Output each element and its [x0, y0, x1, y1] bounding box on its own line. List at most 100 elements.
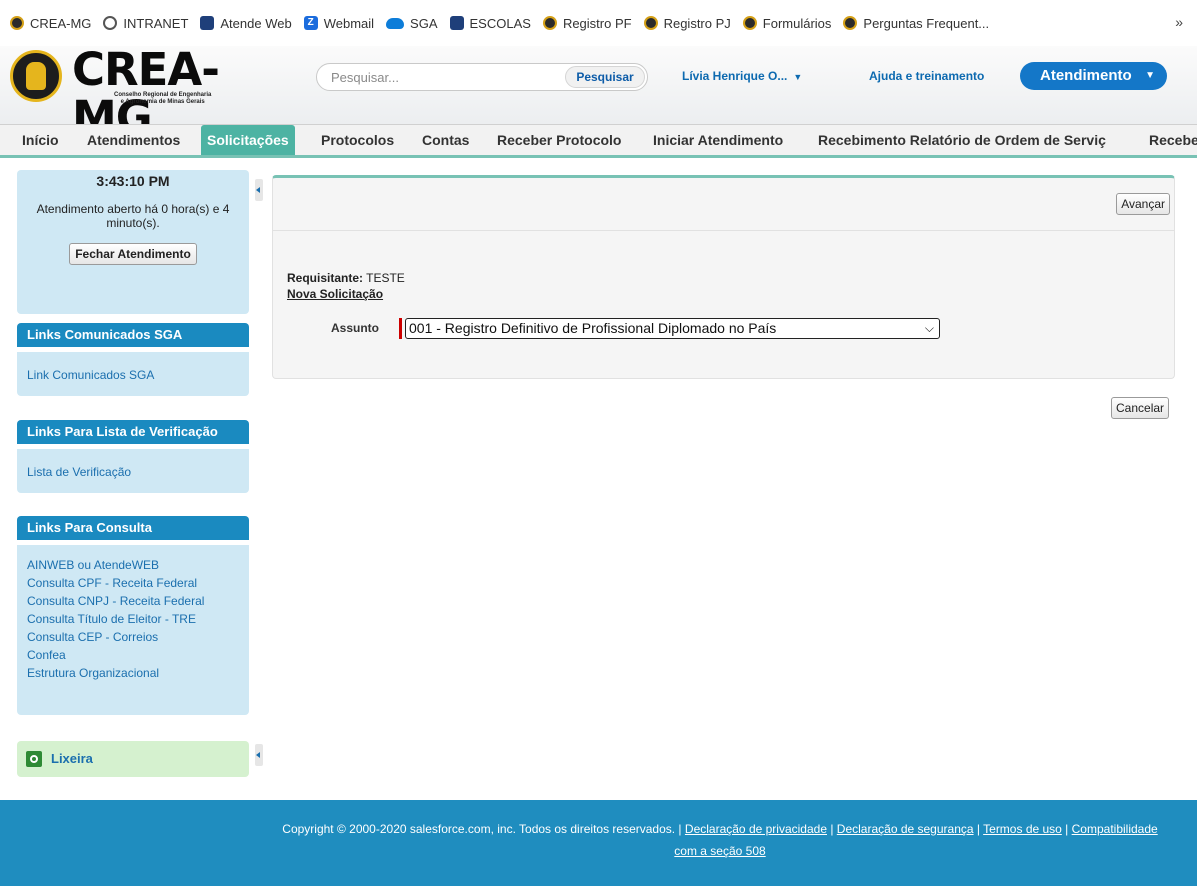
- bookmark-label: Perguntas Frequent...: [863, 15, 990, 31]
- cancel-button[interactable]: Cancelar: [1111, 397, 1170, 419]
- bookmark-label: INTRANET: [123, 15, 189, 31]
- bookmark-crea-mg[interactable]: CREA-MG: [10, 16, 91, 31]
- bookmark-intranet[interactable]: INTRANET: [103, 16, 188, 31]
- tab-bar: Início Atendimentos Solicitações Protoco…: [0, 124, 1197, 158]
- tab-solicitacoes[interactable]: Solicitações: [201, 125, 295, 155]
- requester-line: Requisitante: TESTE: [287, 271, 405, 285]
- recycle-bin[interactable]: Lixeira: [17, 741, 249, 777]
- tab-atendimentos[interactable]: Atendimentos: [87, 125, 180, 155]
- globe-icon: [103, 16, 118, 30]
- subject-select[interactable]: 001 - Registro Definitivo de Profissiona…: [405, 318, 940, 339]
- bookmark-label: SGA: [410, 15, 438, 31]
- bookmark-label: Atende Web: [220, 15, 292, 31]
- required-indicator: [399, 318, 402, 339]
- link-estrutura-organizacional[interactable]: Estrutura Organizacional: [27, 664, 239, 682]
- bookmark-label: Registro PF: [562, 15, 632, 31]
- bookmark-formularios[interactable]: Formulários: [742, 15, 832, 31]
- help-link[interactable]: Ajuda e treinamento: [869, 69, 984, 83]
- requester-value: TESTE: [366, 271, 405, 285]
- tab-recebe[interactable]: Recebe: [1149, 125, 1197, 155]
- new-request-panel: Avançar: [272, 175, 1175, 379]
- tab-recebimento-relatorio[interactable]: Recebimento Relatório de Ordem de Serviç: [818, 125, 1106, 155]
- search-box: Pesquisar: [316, 63, 648, 91]
- subject-label: Assunto: [331, 321, 379, 335]
- link-consulta-cnpj[interactable]: Consulta CNPJ - Receita Federal: [27, 592, 239, 610]
- search-button[interactable]: Pesquisar: [565, 66, 645, 88]
- recycle-bin-label: Lixeira: [51, 751, 93, 766]
- caret-down-icon: ▼: [793, 72, 803, 82]
- bookmarks-bar: CREA-MG INTRANET Atende Web Z Webmail SGA…: [0, 0, 1197, 46]
- tab-contas[interactable]: Contas: [422, 125, 469, 155]
- link-confea[interactable]: Confea: [27, 646, 239, 664]
- link-comunicados-sga[interactable]: Link Comunicados SGA: [27, 366, 239, 384]
- crea-icon: [643, 16, 658, 30]
- panel-button-bar: Avançar: [273, 178, 1174, 231]
- bookmark-escolas[interactable]: ESCOLAS: [449, 15, 531, 31]
- bookmark-label: Formulários: [762, 15, 832, 31]
- bookmarks-overflow-button[interactable]: »: [1175, 14, 1183, 30]
- collapse-sidebar-handle[interactable]: [255, 744, 263, 766]
- bookmark-webmail[interactable]: Z Webmail: [303, 15, 375, 31]
- privacy-link[interactable]: Declaração de privacidade: [685, 822, 827, 836]
- app-icon: [449, 16, 464, 30]
- z-icon: Z: [303, 16, 318, 30]
- close-session-button[interactable]: Fechar Atendimento: [69, 243, 197, 265]
- bookmark-registro-pf[interactable]: Registro PF: [542, 15, 632, 31]
- requester-label: Requisitante:: [287, 271, 364, 285]
- user-name: Lívia Henrique O...: [682, 69, 788, 83]
- link-consulta-titulo-eleitor[interactable]: Consulta Título de Eleitor - TRE: [27, 610, 239, 628]
- bookmark-perguntas[interactable]: Perguntas Frequent...: [843, 16, 989, 31]
- logo-subtitle-line-2: e Agronomia de Minas Gerais: [120, 99, 205, 105]
- chevron-down-icon: ⌵: [924, 321, 934, 335]
- search-input[interactable]: [331, 69, 561, 85]
- bookmark-sga[interactable]: SGA: [386, 15, 438, 31]
- link-lista-verificacao[interactable]: Lista de Verificação: [27, 463, 239, 481]
- session-clock: 3:43:10 PM: [96, 173, 170, 189]
- cloud-icon: [386, 17, 405, 29]
- session-card: 3:43:10 PM Atendimento aberto há 0 hora(…: [17, 170, 249, 314]
- tab-inicio[interactable]: Início: [22, 125, 59, 155]
- caret-down-icon: ▼: [1145, 70, 1155, 81]
- security-link[interactable]: Declaração de segurança: [837, 822, 974, 836]
- user-menu[interactable]: Lívia Henrique O... ▼: [682, 69, 802, 83]
- crea-icon: [742, 16, 757, 30]
- new-request-heading: Nova Solicitação: [287, 287, 384, 301]
- link-consulta-cep[interactable]: Consulta CEP - Correios: [27, 628, 239, 646]
- bookmark-label: CREA-MG: [30, 15, 92, 31]
- bookmark-registro-pj[interactable]: Registro PJ: [643, 15, 731, 31]
- app-icon: [200, 16, 215, 30]
- bookmark-atende-web[interactable]: Atende Web: [200, 15, 292, 31]
- advance-button[interactable]: Avançar: [1116, 193, 1170, 215]
- bookmark-label: Webmail: [323, 15, 375, 31]
- crea-icon: [843, 16, 858, 30]
- bookmarks-row: CREA-MG INTRANET Atende Web Z Webmail SGA…: [0, 12, 989, 34]
- section-header-verificacao: Links Para Lista de Verificação: [17, 420, 249, 444]
- crea-mg-logo[interactable]: CREA-MG Conselho Regional de Engenharia …: [10, 46, 280, 142]
- session-open-text: Atendimento aberto há 0 hora(s) e 4 minu…: [36, 202, 230, 230]
- footer-text: Copyright © 2000-2020 salesforce.com, in…: [282, 822, 1158, 858]
- logo-subtitle: Conselho Regional de Engenharia e Agrono…: [114, 92, 211, 106]
- crea-icon: [542, 16, 557, 30]
- tab-receber-protocolo[interactable]: Receber Protocolo: [497, 125, 621, 155]
- tab-iniciar-atendimento[interactable]: Iniciar Atendimento: [653, 125, 783, 155]
- link-ainweb[interactable]: AINWEB ou AtendeWEB: [27, 556, 239, 574]
- app-name: Atendimento: [1040, 67, 1132, 84]
- page-footer: Copyright © 2000-2020 salesforce.com, in…: [0, 800, 1197, 886]
- terms-link[interactable]: Termos de uso: [983, 822, 1062, 836]
- crea-emblem-icon: [10, 50, 62, 102]
- section-body-consulta: AINWEB ou AtendeWEB Consulta CPF - Recei…: [17, 545, 249, 715]
- section-header-consulta: Links Para Consulta: [17, 516, 249, 540]
- tab-protocolos[interactable]: Protocolos: [321, 125, 394, 155]
- bookmark-label: ESCOLAS: [469, 15, 531, 31]
- link-consulta-cpf[interactable]: Consulta CPF - Receita Federal: [27, 574, 239, 592]
- recycle-bin-icon: [26, 751, 42, 767]
- logo-subtitle-line-1: Conselho Regional de Engenharia: [114, 92, 212, 98]
- section-body-verificacao: Lista de Verificação: [17, 449, 249, 493]
- footer-copyright: Copyright © 2000-2020 salesforce.com, in…: [282, 822, 682, 836]
- section-body-comunicados: Link Comunicados SGA: [17, 352, 249, 396]
- app-switcher-button[interactable]: Atendimento ▼: [1020, 62, 1167, 90]
- bookmark-label: Registro PJ: [663, 15, 731, 31]
- app-header: CREA-MG Conselho Regional de Engenharia …: [0, 46, 1197, 142]
- crea-icon: [10, 16, 24, 30]
- collapse-sidebar-handle[interactable]: [255, 179, 263, 201]
